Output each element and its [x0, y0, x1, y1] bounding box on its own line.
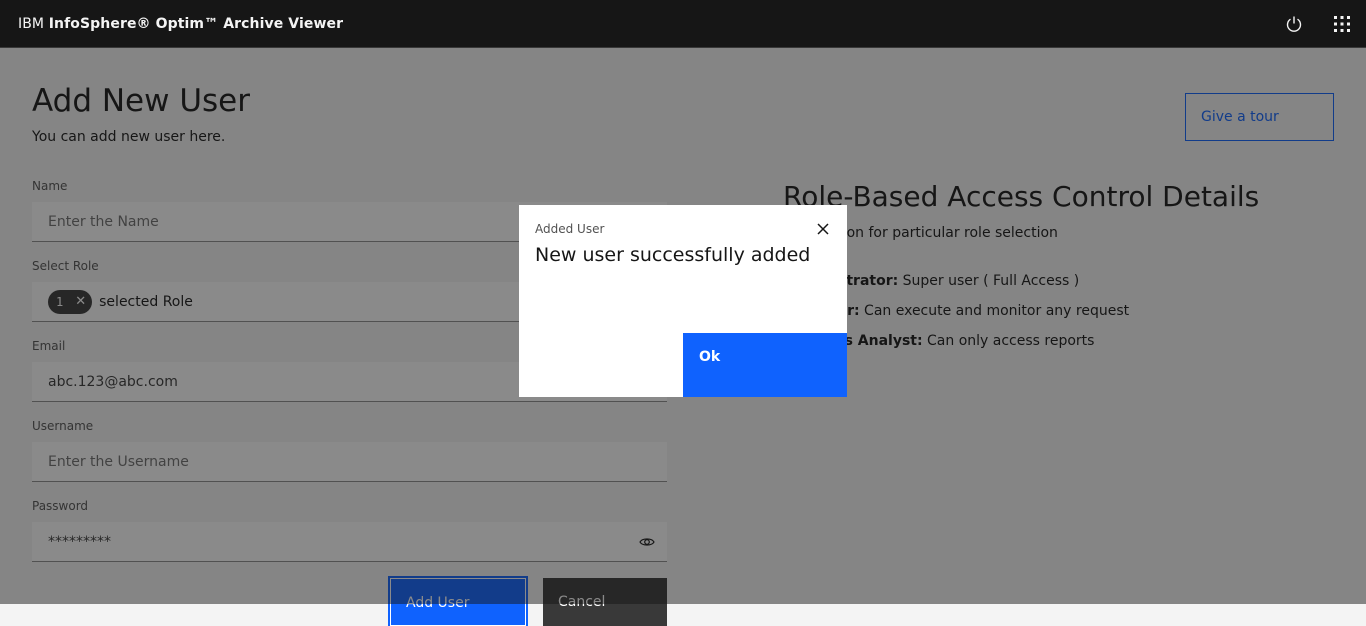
app-switcher-icon[interactable] — [1318, 0, 1366, 48]
modal-label: Added User — [535, 222, 605, 236]
success-modal: Added User New user successfully added O… — [519, 205, 847, 397]
modal-heading: New user successfully added — [535, 244, 811, 266]
brand-name: InfoSphere® Optim™ Archive Viewer — [48, 15, 344, 32]
ok-button[interactable]: Ok — [683, 333, 847, 397]
top-header: IBM InfoSphere® Optim™ Archive Viewer — [0, 0, 1366, 48]
close-icon[interactable] — [809, 215, 837, 243]
app-brand[interactable]: IBM InfoSphere® Optim™ Archive Viewer — [18, 16, 343, 32]
power-icon[interactable] — [1270, 0, 1318, 48]
brand-prefix: IBM — [18, 15, 45, 32]
